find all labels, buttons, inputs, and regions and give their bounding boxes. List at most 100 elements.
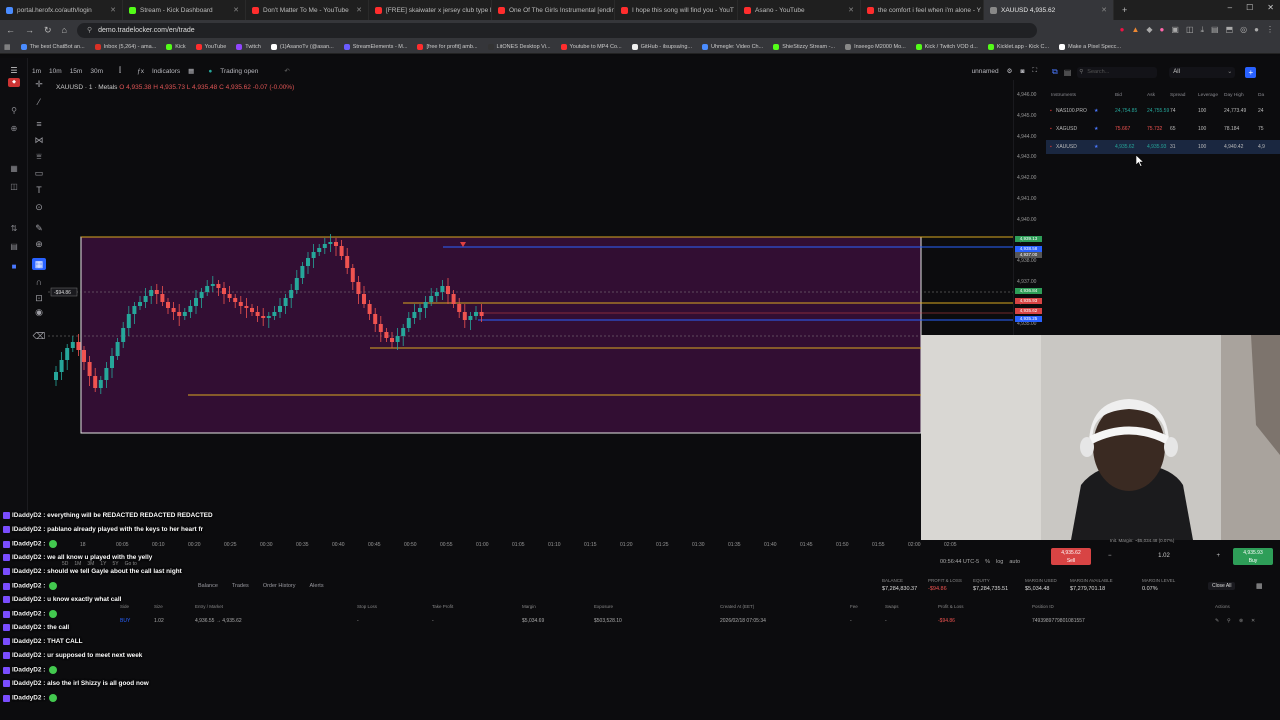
edit-icon[interactable]: ✎	[1215, 618, 1219, 624]
column-header[interactable]: Margin	[522, 604, 536, 609]
bookmark-item[interactable]: Kicklet.app - Kick C...	[987, 43, 1049, 50]
lock-icon[interactable]: ⊡	[32, 292, 46, 304]
magnet-icon[interactable]: ∩	[32, 276, 46, 288]
menu-icon[interactable]: ⋮	[1266, 25, 1274, 35]
list-icon[interactable]: ▤	[1064, 68, 1072, 77]
column-header[interactable]: Created At (EET)	[720, 604, 754, 609]
menu-icon[interactable]: ☰	[8, 66, 20, 75]
extension-icon[interactable]: ●	[1120, 25, 1125, 35]
plus-icon[interactable]: +	[1216, 549, 1220, 563]
bookmark-item[interactable]: The best ChatBot an...	[20, 43, 85, 50]
extension-icon[interactable]: ▲	[1131, 25, 1139, 35]
back-icon[interactable]: ←	[6, 25, 15, 35]
browser-tab[interactable]: Don't Matter To Me - YouTube ✕	[246, 0, 369, 20]
column-header[interactable]: Swaps	[885, 604, 899, 609]
column-header[interactable]: Instruments	[1051, 93, 1076, 98]
layout-name[interactable]: unnamed	[972, 68, 999, 75]
minus-icon[interactable]: −	[1108, 549, 1112, 563]
close-tab-icon[interactable]: ✕	[356, 6, 362, 14]
indicators-button[interactable]: Indicators	[152, 68, 180, 75]
column-header[interactable]: Position ID	[1032, 604, 1054, 609]
url-field[interactable]: ⚲ demo.tradelocker.com/en/trade	[76, 22, 1037, 38]
undo-icon[interactable]: ↶	[284, 67, 289, 75]
favorite-star-icon[interactable]: ★	[1094, 126, 1098, 132]
bookmark-item[interactable]: (1)AsanoTv (@asan...	[270, 43, 334, 50]
column-header[interactable]: Bid	[1115, 93, 1122, 98]
browser-tab[interactable]: I hope this song will find you - YouT✕	[615, 0, 738, 20]
minimize-icon[interactable]: –	[1228, 3, 1232, 12]
extension-icon[interactable]: ◫	[1186, 25, 1194, 35]
extension-icon[interactable]: ▣	[1171, 25, 1179, 35]
extension-icon[interactable]: ●	[1160, 25, 1165, 35]
pitchfork-icon[interactable]: ⋈	[32, 134, 46, 146]
chart-icon[interactable]: ▦	[8, 164, 20, 173]
bookmark-item[interactable]: LitONES Desktop Vi...	[487, 43, 551, 50]
home-icon[interactable]: ⌂	[62, 25, 67, 35]
trash-icon[interactable]: ⌫	[32, 330, 46, 342]
close-all-button[interactable]: Close All	[1208, 582, 1236, 590]
fullscreen-icon[interactable]: ⛶	[1032, 67, 1037, 75]
trade-icon[interactable]: ⇅	[8, 224, 20, 233]
column-header[interactable]: Actions	[1215, 604, 1230, 609]
timeframe-10m[interactable]: 10m	[49, 68, 62, 75]
forward-icon[interactable]: →	[25, 25, 34, 35]
extension-icon[interactable]: ◆	[1146, 25, 1152, 35]
bookmark-item[interactable]: StreamElements - M...	[343, 43, 407, 50]
fib-icon[interactable]: ⩸	[32, 150, 46, 162]
category-select[interactable]: All ⌄	[1169, 66, 1236, 78]
bookmark-item[interactable]: Inbox (5,264) - ama...	[94, 43, 156, 50]
horizontal-lines-icon[interactable]: ≡	[32, 118, 46, 130]
close-tab-icon[interactable]: ✕	[848, 6, 854, 14]
bookmark-item[interactable]: Inseego M2000 Mo...	[845, 43, 906, 50]
column-header[interactable]: Profit & Loss	[938, 604, 964, 609]
close-tab-icon[interactable]: ✕	[110, 6, 116, 14]
price-chart[interactable]: -$94.86	[48, 80, 1013, 538]
browser-tab[interactable]: Asano - YouTube ✕	[738, 0, 861, 20]
tab-alerts[interactable]: Alerts	[310, 583, 324, 589]
apps-icon[interactable]: ▦	[4, 43, 11, 51]
timeframe-1m[interactable]: 1m	[32, 68, 41, 75]
search-icon[interactable]: ⚲	[8, 106, 20, 115]
sell-button[interactable]: 4,935.62 Sell	[1051, 548, 1091, 565]
close-icon[interactable]: ✕	[1251, 618, 1255, 624]
camera-icon[interactable]: ◙	[1021, 68, 1025, 75]
zoom-in-icon[interactable]: ⊕	[32, 238, 46, 250]
trend-line-icon[interactable]: ⁄	[32, 96, 46, 108]
positions-icon[interactable]: ▤	[8, 242, 20, 251]
bookmark-item[interactable]: GitHub - ilsupsa/ng...	[631, 43, 692, 50]
extension-icon[interactable]: ▤	[1211, 25, 1219, 35]
column-header[interactable]: Fee	[850, 604, 858, 609]
bookmark-item[interactable]: ShieStizzy Stream -...	[773, 43, 835, 50]
bookmark-item[interactable]: Youtube to MP4 Co...	[560, 43, 622, 50]
column-header[interactable]: Exposure	[594, 604, 613, 609]
text-icon[interactable]: T	[32, 184, 46, 196]
browser-tab[interactable]: Stream - Kick Dashboard ✕	[123, 0, 246, 20]
download-icon[interactable]: ⤓	[1201, 25, 1205, 35]
browser-tab[interactable]: XAUUSD 4,935.62 ✕	[984, 0, 1114, 20]
bookmark-item[interactable]: YouTube	[195, 43, 226, 50]
bookmark-item[interactable]: [free for profit] amb...	[417, 43, 478, 50]
bookmark-item[interactable]: Uhmegle: Video Ch...	[702, 43, 763, 50]
brush-icon[interactable]: ✎	[32, 222, 46, 234]
close-tab-icon[interactable]: ✕	[1101, 6, 1107, 14]
indicators-icon[interactable]: ƒx	[137, 68, 144, 75]
profile-icon[interactable]: ●	[1254, 25, 1259, 35]
instrument-row[interactable]: ▪ XAUUSD 4,935.62 4,935.93 31 100 4,940.42 4,9 ★	[1046, 140, 1280, 154]
column-header[interactable]: Day High	[1224, 93, 1244, 98]
browser-tab[interactable]: [FREE] skaiwater x jersey club type b✕	[369, 0, 492, 20]
extension-icon[interactable]: ◎	[1240, 25, 1247, 35]
auto-toggle[interactable]: auto	[1009, 559, 1020, 565]
favorite-star-icon[interactable]: ★	[1094, 144, 1098, 150]
favorites-icon[interactable]: ⧉	[1052, 67, 1058, 77]
timeframe-30m[interactable]: 30m	[90, 68, 103, 75]
chart-icon[interactable]: ⚲	[1227, 618, 1231, 624]
quantity-stepper[interactable]: − 1.02 +	[1104, 549, 1224, 563]
instrument-row[interactable]: ▪ XAGUSD 75.667 75.732 65 100 78.184 75 ★	[1046, 122, 1280, 136]
new-tab-icon[interactable]: +	[1122, 5, 1127, 15]
instrument-search-input[interactable]: ⚲ Search...	[1077, 66, 1158, 78]
bookmark-item[interactable]: Make a Pixel Specc...	[1059, 43, 1121, 50]
column-header[interactable]: Take Profit	[432, 604, 453, 609]
close-tab-icon[interactable]: ✕	[233, 6, 239, 14]
buy-button[interactable]: 4,935.93 Buy	[1233, 548, 1273, 565]
timeframe-15m[interactable]: 15m	[70, 68, 83, 75]
